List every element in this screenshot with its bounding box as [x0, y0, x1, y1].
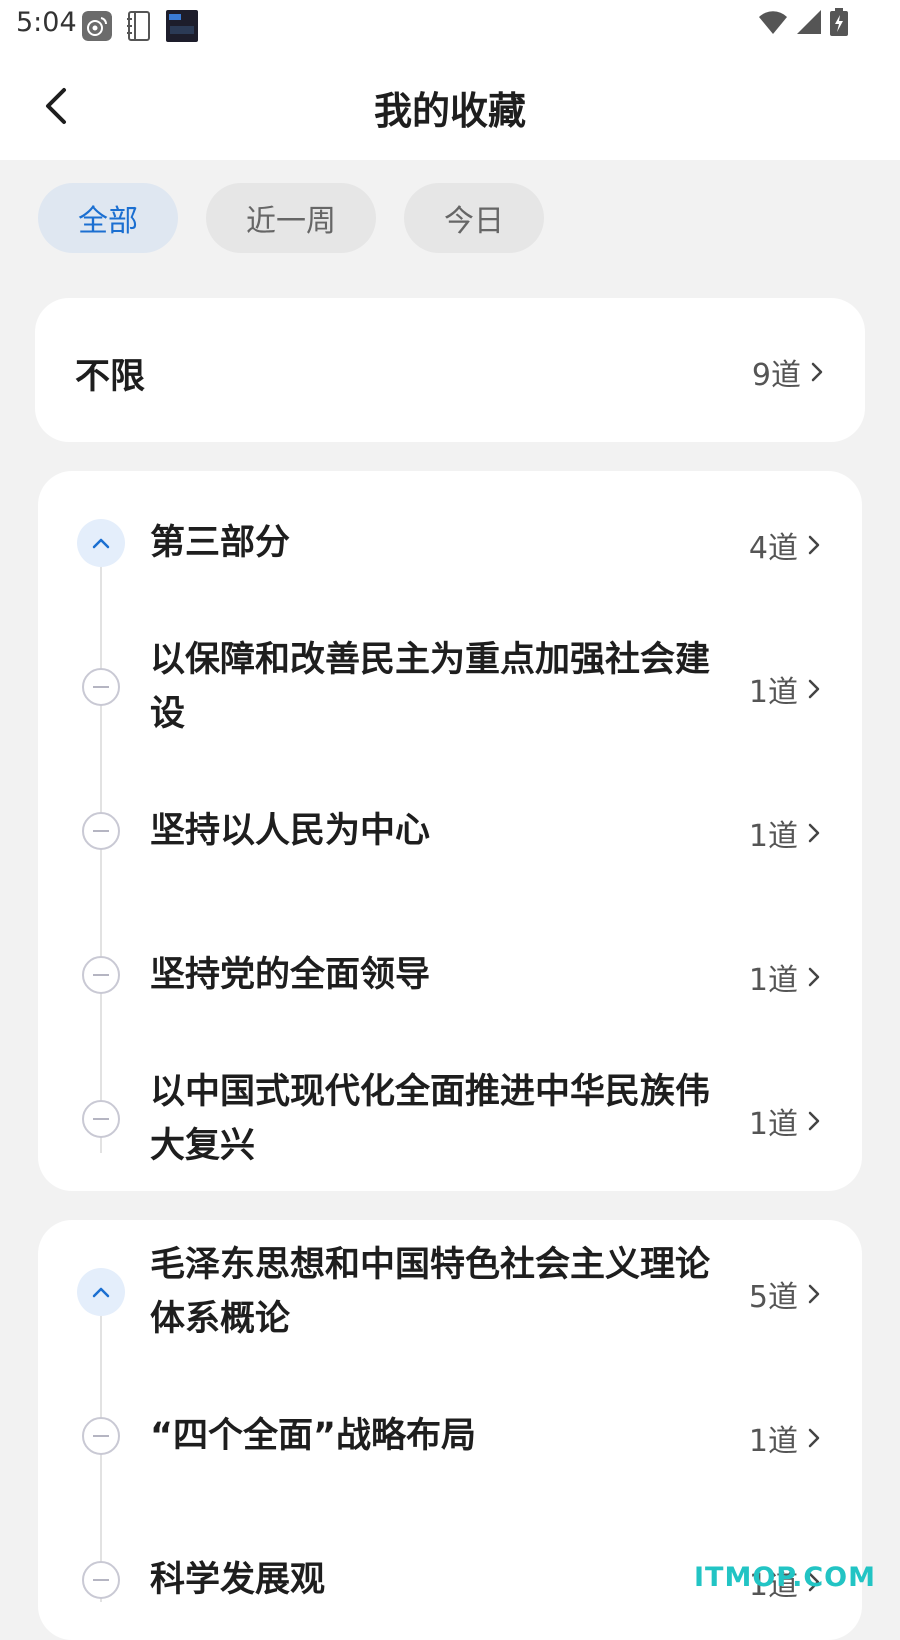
- chevron-right-icon: [808, 679, 820, 699]
- chevron-right-icon: [808, 1284, 820, 1304]
- chevron-right-icon: [808, 1428, 820, 1448]
- app-header: 我的收藏: [0, 50, 900, 160]
- notification-icons: [82, 10, 198, 42]
- minus-circle-icon: [81, 1099, 121, 1139]
- battery-charging-icon: [830, 8, 848, 36]
- group-header[interactable]: 第三部分 4道: [38, 471, 862, 615]
- item-title: “四个全面”战略布局: [150, 1416, 477, 1456]
- minus-circle-icon: [81, 955, 121, 995]
- page-title: 我的收藏: [373, 89, 526, 133]
- minus-circle-icon: [81, 667, 121, 707]
- item-title: 科学发展观: [150, 1560, 326, 1600]
- collapse-node[interactable]: [77, 519, 125, 567]
- chevron-right-icon: [808, 823, 820, 843]
- list-item[interactable]: 以中国式现代化全面推进中华民族伟大复兴 1道: [38, 1047, 862, 1191]
- group-count[interactable]: 5道: [749, 1272, 824, 1316]
- status-time: 5:04: [16, 7, 77, 38]
- item-title: 坚持以人民为中心: [150, 811, 431, 851]
- item-count[interactable]: 1道: [749, 955, 824, 999]
- filter-tabs: 全部 近一周 今日: [38, 183, 544, 253]
- unlimited-card[interactable]: 不限 9道: [35, 298, 865, 442]
- chevron-up-icon: [92, 1287, 110, 1298]
- item-title: 坚持党的全面领导: [150, 955, 431, 995]
- group-header[interactable]: 毛泽东思想和中国特色社会主义理论体系概论 5道: [38, 1220, 862, 1364]
- calendar-widget-icon: [166, 10, 198, 42]
- minus-circle-icon: [81, 811, 121, 851]
- item-count[interactable]: 1道: [749, 811, 824, 855]
- wifi-icon: [759, 11, 787, 34]
- minus-circle-icon: [81, 1416, 121, 1456]
- watermark-text: ITMOP.COM: [693, 1562, 876, 1593]
- chevron-right-icon: [808, 967, 820, 987]
- cellular-signal-icon: [797, 10, 821, 34]
- notebook-icon: [127, 11, 150, 41]
- list-item[interactable]: 坚持以人民为中心 1道: [38, 759, 862, 903]
- item-count[interactable]: 1道: [749, 1099, 824, 1143]
- group-card-part-three: 第三部分 4道 以保障和改善民主为重点加强社会建设 1道 坚持以人民为中心 1道: [38, 471, 862, 1191]
- count-text: 1道: [748, 1107, 798, 1142]
- group-title: 毛泽东思想和中国特色社会主义理论体系概论: [150, 1245, 711, 1339]
- count-text: 1道: [748, 1424, 798, 1459]
- collapse-node[interactable]: [77, 1268, 125, 1316]
- count-text: 9道: [751, 358, 801, 393]
- item-count[interactable]: 1道: [749, 1416, 824, 1460]
- count-text: 5道: [748, 1280, 798, 1315]
- chevron-right-icon: [808, 535, 820, 555]
- unlimited-label: 不限: [75, 357, 146, 397]
- group-count[interactable]: 4道: [749, 523, 824, 567]
- item-title: 以保障和改善民主为重点加强社会建设: [150, 640, 711, 734]
- count-text: 4道: [748, 531, 798, 566]
- item-count[interactable]: 1道: [749, 667, 824, 711]
- minus-circle-icon: [81, 1560, 121, 1600]
- system-icons: [758, 8, 848, 36]
- filter-today[interactable]: 今日: [404, 183, 544, 253]
- chevron-right-icon: [811, 362, 823, 382]
- filter-last-week[interactable]: 近一周: [206, 183, 376, 253]
- list-item[interactable]: 坚持党的全面领导 1道: [38, 903, 862, 1047]
- status-bar: 5:04: [0, 0, 900, 50]
- item-title: 以中国式现代化全面推进中华民族伟大复兴: [150, 1072, 711, 1166]
- list-item[interactable]: “四个全面”战略布局 1道: [38, 1364, 862, 1508]
- sina-weibo-icon: [82, 11, 112, 41]
- count-text: 1道: [748, 819, 798, 854]
- count-text: 1道: [748, 675, 798, 710]
- chevron-right-icon: [808, 1111, 820, 1131]
- unlimited-count[interactable]: 9道: [752, 350, 827, 394]
- list-item[interactable]: 以保障和改善民主为重点加强社会建设 1道: [38, 615, 862, 759]
- group-title: 第三部分: [150, 523, 291, 563]
- count-text: 1道: [748, 963, 798, 998]
- chevron-up-icon: [92, 538, 110, 549]
- filter-all[interactable]: 全部: [38, 183, 178, 253]
